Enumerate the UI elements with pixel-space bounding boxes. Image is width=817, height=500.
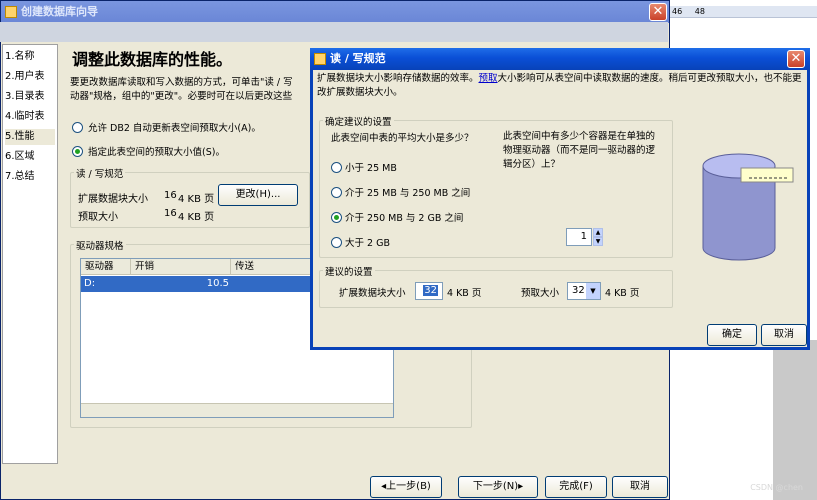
- change-button[interactable]: 更改(H)...: [218, 184, 298, 206]
- recommend-group-label: 确定建议的设置: [323, 114, 394, 128]
- page-title: 调整此数据库的性能。: [72, 50, 233, 69]
- nav-item-region[interactable]: 6.区域: [5, 149, 35, 165]
- table-cell-overhead: 10.5: [206, 278, 229, 289]
- rw-spec-group-label: 读 / 写规范: [74, 166, 126, 180]
- wizard-title: 创建数据库向导: [21, 5, 98, 18]
- radio-specify-prefetch-label: 指定此表空间的预取大小值(S)。: [88, 147, 225, 158]
- close-icon[interactable]: ✕: [649, 3, 667, 21]
- rw-spec-dialog: 读 / 写规范 ✕ 扩展数据块大小影响存储数据的效率。预取大小影响可从表空间中读…: [310, 48, 810, 350]
- spin-down-icon[interactable]: ▼: [593, 237, 603, 246]
- dialog-prefetch-unit: 4 KB 页: [605, 288, 640, 299]
- radio-size-under-25mb[interactable]: [331, 162, 342, 173]
- description-line-1: 要更改数据库读取和写入数据的方式，可单击"读 / 写: [70, 77, 293, 88]
- radio-auto-prefetch[interactable]: [72, 122, 83, 133]
- horizontal-scrollbar[interactable]: [81, 403, 393, 417]
- nav-item-summary[interactable]: 7.总结: [5, 169, 35, 185]
- dialog-extent-unit: 4 KB 页: [447, 288, 482, 299]
- dialog-title: 读 / 写规范: [330, 52, 386, 65]
- disk-cylinder-icon: [702, 153, 794, 261]
- description-line-2: 动器"规格，组中的"更改"。必要时可在以后更改这些: [70, 91, 293, 102]
- prefetch-size-label: 预取大小: [78, 212, 118, 223]
- dialog-ok-button[interactable]: 确定: [707, 324, 757, 346]
- prefetch-size-unit: 4 KB 页: [178, 212, 215, 223]
- background-ruler: 46 48: [668, 6, 817, 18]
- dialog-extent-label: 扩展数据块大小: [339, 288, 406, 299]
- table-cell-drive: D:: [84, 278, 96, 289]
- nav-item-catalog-tables[interactable]: 3.目录表: [5, 89, 45, 105]
- dialog-titlebar[interactable]: 读 / 写规范 ✕: [310, 48, 810, 70]
- background-panel: [773, 340, 817, 500]
- extent-size-value: 16: [164, 190, 177, 201]
- radio-size-250mb-2gb[interactable]: [331, 212, 342, 223]
- question-containers: 此表空间中有多少个容器是在单独的物理驱动器（而不是同一驱动器的逻辑分区）上？: [503, 131, 656, 170]
- dialog-extent-input[interactable]: 32: [415, 282, 443, 300]
- radio-auto-prefetch-label: 允许 DB2 自动更新表空间预取大小(A)。: [88, 123, 261, 134]
- dialog-prefetch-select[interactable]: 32 ▼: [567, 282, 601, 300]
- wizard-titlebar[interactable]: 创建数据库向导 ✕: [1, 1, 669, 23]
- table-row[interactable]: D: 10.5: [81, 276, 311, 292]
- container-count-input[interactable]: 1: [566, 228, 592, 246]
- dialog-prefetch-label: 预取大小: [521, 288, 560, 299]
- chevron-down-icon[interactable]: ▼: [586, 283, 600, 299]
- background-value-1: 46: [672, 7, 683, 16]
- watermark: CSDN @chen: [750, 483, 803, 492]
- radio-size-over-2gb[interactable]: [331, 237, 342, 248]
- drive-spec-group-label: 驱动器规格: [74, 238, 126, 252]
- dialog-info: 扩展数据块大小影响存储数据的效率。预取大小影响可从表空间中读取数据的速度。稍后可…: [317, 72, 803, 100]
- app-icon: [5, 6, 17, 18]
- suggest-group-label: 建议的设置: [323, 264, 375, 278]
- finish-button[interactable]: 完成(F): [545, 476, 607, 498]
- radio-size-over-2gb-label: 大于 2 GB: [345, 238, 390, 249]
- dialog-info-text: 扩展数据块大小影响存储数据的效率。: [317, 73, 479, 84]
- container-count-spinner[interactable]: ▲ ▼: [593, 228, 603, 246]
- spin-up-icon[interactable]: ▲: [593, 228, 603, 237]
- table-header-overhead[interactable]: 开销: [131, 259, 231, 275]
- next-button[interactable]: 下一步(N)▸: [458, 476, 538, 498]
- radio-specify-prefetch[interactable]: [72, 146, 83, 157]
- dialog-close-icon[interactable]: ✕: [787, 50, 805, 68]
- nav-item-user-tables[interactable]: 2.用户表: [5, 69, 45, 85]
- prefetch-link[interactable]: 预取: [479, 73, 498, 84]
- nav-item-temp-tables[interactable]: 4.临时表: [5, 109, 45, 125]
- dialog-cancel-button[interactable]: 取消: [761, 324, 807, 346]
- nav-item-performance[interactable]: 5.性能: [5, 129, 55, 145]
- wizard-cancel-button[interactable]: 取消: [612, 476, 668, 498]
- question-table-size: 此表空间中表的平均大小是多少？: [331, 133, 474, 144]
- dialog-app-icon: [314, 53, 326, 65]
- nav-item-name[interactable]: 1.名称: [5, 49, 35, 65]
- prefetch-size-value: 16: [164, 208, 177, 219]
- radio-size-under-25mb-label: 小于 25 MB: [345, 163, 397, 174]
- radio-size-25-250mb[interactable]: [331, 187, 342, 198]
- wizard-banner: [0, 22, 668, 42]
- extent-size-unit: 4 KB 页: [178, 194, 215, 205]
- radio-size-25-250mb-label: 介于 25 MB 与 250 MB 之间: [345, 188, 471, 199]
- wizard-nav: 1.名称 2.用户表 3.目录表 4.临时表 5.性能 6.区域 7.总结: [2, 44, 58, 464]
- radio-size-250mb-2gb-label: 介于 250 MB 与 2 GB 之间: [345, 213, 464, 224]
- table-header-drive[interactable]: 驱动器: [81, 259, 131, 275]
- background-value-2: 48: [694, 7, 705, 16]
- extent-size-label: 扩展数据块大小: [78, 194, 148, 205]
- back-button[interactable]: ◂上一步(B): [370, 476, 442, 498]
